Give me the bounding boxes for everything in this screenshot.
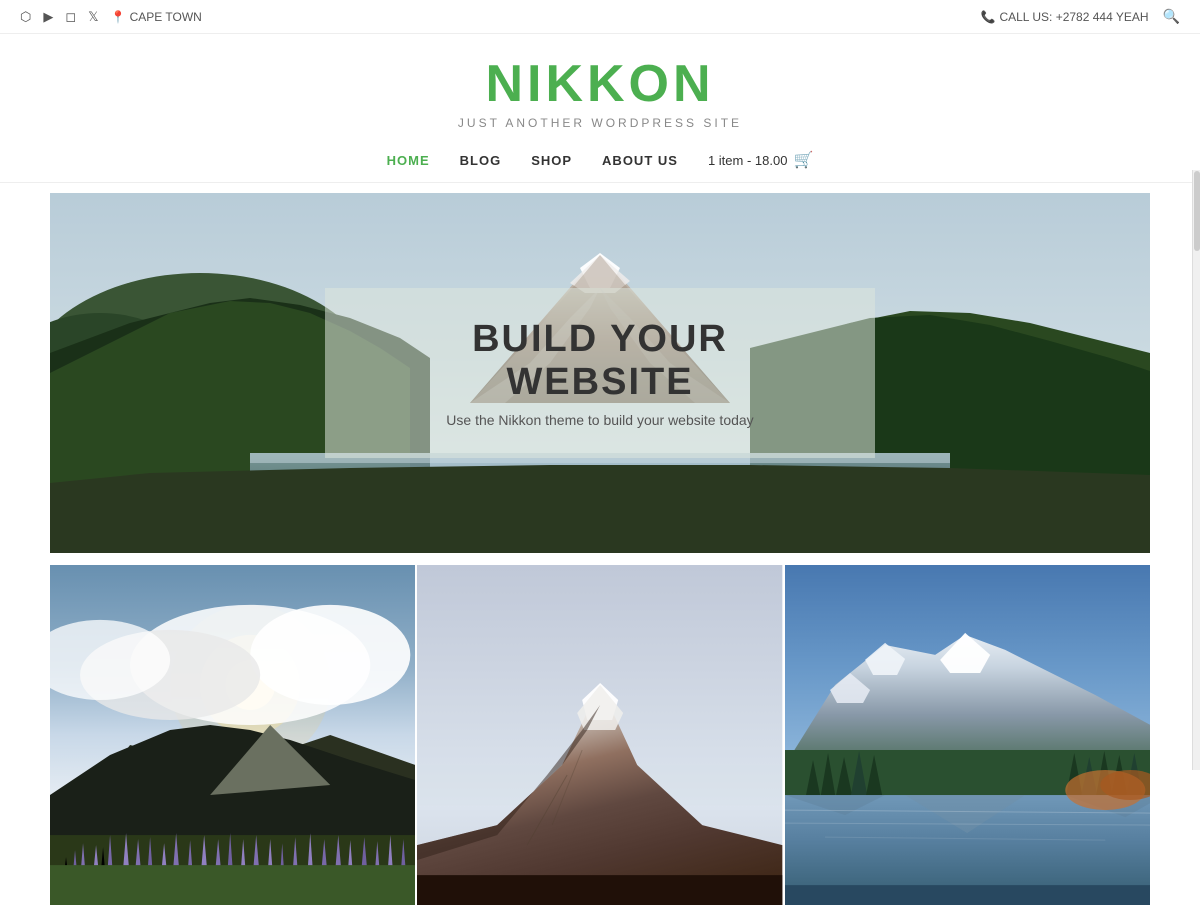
phone-icon: 📞 [981,10,996,24]
top-bar-right: 📞 CALL US: +2782 444 YEAH 🔍 [981,8,1181,25]
nav-item-blog[interactable]: BLOG [460,153,502,168]
gallery-item-alpine-lake[interactable] [785,565,1150,905]
search-icon[interactable]: 🔍 [1163,8,1180,25]
scrollbar-thumb[interactable] [1194,171,1200,251]
cart-icon: 🛒 [793,150,813,170]
cart-button[interactable]: 1 item - 18.00 🛒 [708,150,813,170]
twitter-icon[interactable]: 𝕏 [88,9,98,25]
gallery-section [50,565,1150,905]
youtube-icon[interactable]: ▶ [43,9,53,25]
location-pin-icon: 📍 [111,10,126,24]
hero-title: BUILD YOUR WEBSITE [385,318,815,404]
site-title[interactable]: NIKKON [0,54,1200,114]
hero-section: BUILD YOUR WEBSITE Use the Nikkon theme … [50,193,1150,553]
site-subtitle: JUST ANOTHER WORDPRESS SITE [0,116,1200,130]
hero-overlay: BUILD YOUR WEBSITE Use the Nikkon theme … [325,288,875,458]
site-header: NIKKON JUST ANOTHER WORDPRESS SITE [0,34,1200,140]
main-nav: HOME BLOG SHOP ABOUT US 1 item - 18.00 🛒 [0,140,1200,183]
top-bar: ⬡ ▶ ◻ 𝕏 📍 CAPE TOWN 📞 CALL US: +2782 444… [0,0,1200,34]
nav-item-shop[interactable]: SHOP [531,153,572,168]
phone-label: 📞 CALL US: +2782 444 YEAH [981,10,1149,24]
scrollbar[interactable] [1192,170,1200,770]
nav-item-home[interactable]: HOME [387,153,430,168]
gallery-item-lupine[interactable] [50,565,415,905]
gallery-item-volcano[interactable] [417,565,782,905]
hero-subtitle: Use the Nikkon theme to build your websi… [385,412,815,428]
location-label: 📍 CAPE TOWN [111,10,202,24]
nav-item-about[interactable]: ABOUT US [602,153,678,168]
top-bar-left: ⬡ ▶ ◻ 𝕏 📍 CAPE TOWN [20,9,202,25]
instagram-icon[interactable]: ◻ [65,9,76,25]
skype-icon[interactable]: ⬡ [20,9,31,25]
cart-label: 1 item - 18.00 [708,153,788,168]
